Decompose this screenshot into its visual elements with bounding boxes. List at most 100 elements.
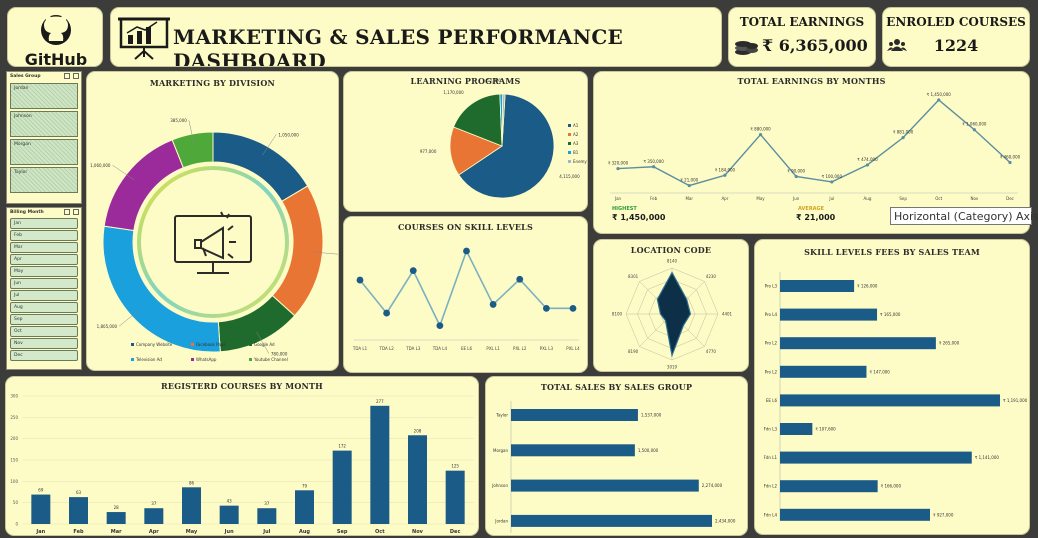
slicer-item-month[interactable]: Dec (10, 350, 78, 361)
clear-filter-icon[interactable] (73, 209, 79, 215)
y-tick-label: Pro L3 (765, 284, 778, 289)
skill-point[interactable] (383, 309, 391, 317)
earnings-point[interactable] (937, 98, 941, 102)
slicer-item-month[interactable]: Jul (10, 290, 78, 301)
earnings-data-label: ₹ 1,060,000 (962, 122, 987, 127)
slicer-item-month[interactable]: Jun (10, 278, 78, 289)
legend-swatch (131, 358, 134, 361)
slicer-item-month[interactable]: Nov (10, 338, 78, 349)
y-tick-label: Jordan (494, 518, 508, 523)
x-tick-label: Apr (149, 529, 159, 535)
earnings-point[interactable] (652, 165, 656, 169)
slicer-item-month[interactable]: Feb (10, 230, 78, 241)
earnings-point[interactable] (830, 180, 834, 184)
fee-bar[interactable] (780, 423, 813, 435)
fee-bar[interactable] (780, 508, 930, 521)
earnings-point[interactable] (758, 132, 763, 137)
legend-swatch (249, 358, 252, 361)
marketing-by-division-chart[interactable]: 1,050,0001,285,000780,0001,805,0001,060,… (87, 72, 339, 371)
registered-bar[interactable] (182, 487, 201, 524)
skill-point[interactable] (516, 275, 524, 283)
x-tick-label: Mar (111, 529, 122, 535)
skill-point[interactable] (356, 276, 364, 284)
donut-slice[interactable] (212, 131, 309, 202)
slicer-item-sales-group[interactable]: Johnson (10, 111, 78, 137)
skill-point[interactable] (463, 247, 470, 255)
earnings-point[interactable] (723, 173, 727, 177)
fee-bar[interactable] (780, 337, 936, 350)
y-tick-label: Pro L2 (765, 341, 778, 346)
sales-data-label: 1,500,000 (638, 448, 659, 453)
x-tick-label: EE L6 (461, 346, 473, 351)
registered-bar[interactable] (69, 497, 88, 524)
earnings-point[interactable] (687, 183, 691, 188)
sales-bar[interactable] (511, 444, 635, 457)
registered-bar[interactable] (257, 508, 277, 524)
slicer-item-month[interactable]: Sep (10, 314, 78, 325)
slicer-item-month[interactable]: Aug (10, 302, 78, 313)
slicer-item-month[interactable]: May (10, 266, 78, 277)
skill-point[interactable] (569, 304, 577, 312)
skill-point[interactable] (542, 304, 550, 312)
x-tick-label: May (756, 196, 765, 201)
earnings-point[interactable] (616, 166, 620, 171)
slicer-item-sales-group[interactable]: Jordan (10, 83, 78, 109)
sales-group-slicer-title: Sales Group (10, 74, 41, 79)
sales-bar[interactable] (511, 514, 712, 527)
legend-label: A3 (573, 141, 579, 146)
clear-filter-icon[interactable] (73, 73, 79, 79)
billing-month-slicer[interactable]: Billing Month Jan Feb Mar Apr May Jun Jul Aug Se… (6, 207, 82, 370)
multi-select-icon[interactable] (64, 209, 70, 215)
registered-courses-chart[interactable]: 0 50 100 150 200 250 300 69 Jan 63 Feb 28 Mar 37 Apr 86… (6, 377, 479, 536)
skill-point[interactable] (409, 267, 417, 275)
slicer-item-month[interactable]: Mar (10, 242, 78, 253)
skill-point[interactable] (436, 322, 444, 330)
donut-slice[interactable] (271, 185, 324, 317)
donut-slice[interactable] (102, 225, 221, 353)
earnings-point[interactable] (794, 174, 798, 179)
location-code-chart[interactable]: 8140 4230 4401 4770 3019 8190 8100 8301 (594, 240, 749, 372)
logo-text: GitHub (25, 50, 88, 67)
y-tick-label: Taylor (495, 413, 508, 418)
sales-data-label: 2,434,000 (715, 518, 736, 523)
registered-bar[interactable] (408, 435, 427, 524)
earnings-point[interactable] (901, 136, 905, 140)
fee-bar[interactable] (780, 394, 1000, 407)
fee-bar[interactable] (780, 365, 867, 378)
earnings-point[interactable] (972, 128, 976, 132)
slicer-item-month[interactable]: Jan (10, 218, 78, 229)
registered-bar[interactable] (219, 505, 239, 524)
earnings-point[interactable] (1008, 160, 1012, 165)
slicer-item-sales-group[interactable]: Morgan (10, 139, 78, 165)
x-tick-label: Feb (73, 529, 84, 535)
learning-programs-chart[interactable]: 4,115,000 977,000 1,170,000 57,000 A1 A2 A3 B1 E… (344, 72, 588, 212)
slicer-item-month[interactable]: Oct (10, 326, 78, 337)
fee-bar[interactable] (780, 280, 855, 292)
x-tick-label: Feb (650, 196, 658, 201)
fee-data-label: ₹ 126,000 (857, 284, 878, 289)
earnings-point[interactable] (865, 163, 870, 167)
sales-group-chart[interactable]: 1,537,000 Taylor 1,500,000 Morgan 2,274,000 J… (486, 377, 748, 536)
courses-skill-levels-chart[interactable]: TDA L1 TDA L2 TDA L3 TDA L4 EE L6 PXL L1 PXL L… (344, 217, 588, 373)
fee-bar[interactable] (780, 480, 878, 493)
fee-bar[interactable] (780, 451, 972, 464)
multi-select-icon[interactable] (64, 73, 70, 79)
fee-bar[interactable] (780, 308, 878, 321)
registered-bar[interactable] (106, 512, 126, 524)
registered-bar[interactable] (332, 450, 352, 524)
slicer-item-sales-group[interactable]: Taylor (10, 167, 78, 193)
registered-bar[interactable] (370, 405, 390, 524)
registered-bar[interactable] (31, 494, 51, 524)
sales-group-slicer[interactable]: Sales Group Jordan Johnson Morgan Taylor (6, 71, 82, 204)
legend-label: Facebook Page (196, 342, 226, 347)
slicer-item-month[interactable]: Apr (10, 254, 78, 265)
registered-bar[interactable] (445, 470, 465, 524)
registered-bar[interactable] (295, 490, 314, 524)
registered-bar[interactable] (144, 508, 164, 524)
skill-point[interactable] (489, 301, 497, 308)
skill-fees-card: SKILL LEVELS FEES BY SALES TEAM ₹ 126,00… (754, 239, 1030, 535)
skill-fees-chart[interactable]: ₹ 126,000 Pro L3 ₹ 165,000 Pro L4 ₹ 265,000 P… (755, 240, 1030, 535)
sales-bar[interactable] (511, 409, 638, 421)
sales-bar[interactable] (511, 479, 699, 492)
fee-data-label: ₹ 107,600 (815, 427, 836, 432)
